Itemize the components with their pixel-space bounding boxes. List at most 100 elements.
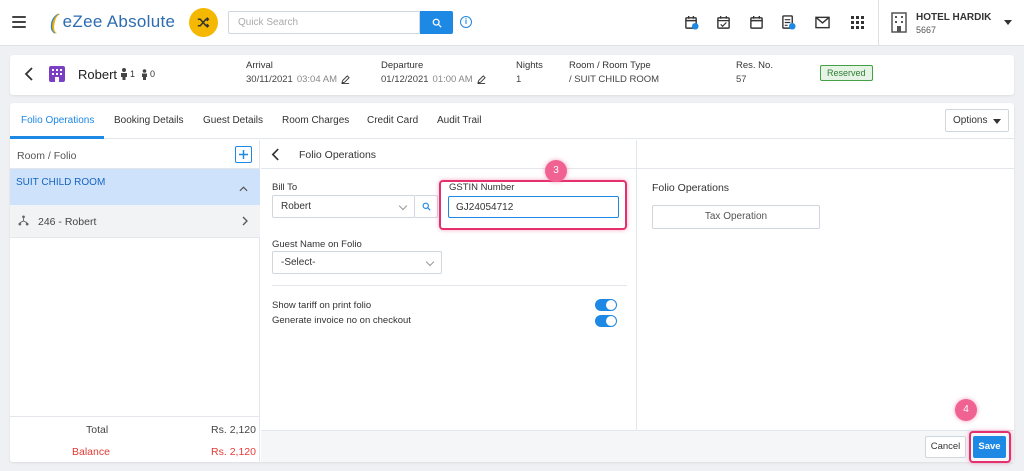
- res-no-value: 57: [736, 74, 747, 85]
- nights-value: 1: [516, 74, 522, 85]
- show-tariff-toggle[interactable]: [595, 299, 617, 311]
- edit-pencil-icon[interactable]: [341, 75, 350, 84]
- apps-grid-icon[interactable]: [848, 13, 866, 31]
- tab-booking-details[interactable]: Booking Details: [114, 115, 183, 126]
- tax-operation-button[interactable]: Tax Operation: [652, 205, 820, 229]
- room-building-icon: [48, 65, 66, 83]
- folio-operations-title: Folio Operations: [299, 149, 377, 161]
- adult-icon: [121, 68, 127, 80]
- guest-name-on-folio-value: -Select-: [281, 257, 316, 268]
- folio-operations-header: Folio Operations: [261, 140, 1014, 169]
- bill-to-select[interactable]: Robert: [272, 195, 415, 218]
- logo-mark-icon: ((: [50, 9, 59, 34]
- step-badge: 3: [545, 160, 567, 182]
- room-value: / SUIT CHILD ROOM: [569, 74, 660, 85]
- right-panel-title: Folio Operations: [652, 182, 730, 194]
- bill-to-label: Bill To: [272, 182, 298, 193]
- search-icon: [422, 202, 431, 211]
- folio-tree-icon: [18, 215, 29, 229]
- total-label: Total: [86, 424, 109, 436]
- res-no-label: Res. No.: [736, 60, 773, 71]
- generate-invoice-label: Generate invoice no on checkout: [272, 315, 411, 326]
- active-tab-indicator: [10, 136, 104, 139]
- arrival-label: Arrival: [246, 60, 273, 71]
- options-dropdown[interactable]: Options: [945, 109, 1009, 132]
- app-logo[interactable]: (( eZee Absolute: [50, 11, 175, 33]
- tab-guest-details[interactable]: Guest Details: [203, 115, 263, 126]
- folio-name: 246 - Robert: [38, 216, 97, 228]
- top-bar: (( eZee Absolute Quick Search i HOTEL HA…: [0, 0, 1024, 46]
- quick-search-input[interactable]: Quick Search: [228, 11, 420, 34]
- room-folio-panel: Room / Folio SUIT CHILD ROOM 246 - Rober…: [10, 140, 260, 462]
- totals-section: Total Rs. 2,120 Balance Rs. 2,120: [10, 416, 260, 462]
- tab-audit-trail[interactable]: Audit Trail: [437, 115, 481, 126]
- arrival-date: 30/11/2021: [246, 74, 293, 85]
- back-arrow-icon[interactable]: [24, 67, 34, 84]
- cancel-button[interactable]: Cancel: [925, 436, 966, 458]
- menu-icon[interactable]: [12, 16, 26, 28]
- calendar-check-icon[interactable]: [714, 13, 732, 31]
- status-badge: Reserved: [820, 65, 873, 81]
- balance-value: Rs. 2,120: [211, 446, 256, 458]
- gstin-highlight: [439, 180, 627, 230]
- adult-count: 1: [130, 69, 136, 79]
- chevron-up-icon[interactable]: [239, 183, 248, 195]
- divider: [878, 0, 879, 46]
- hotel-building-icon: [890, 11, 908, 36]
- report-icon[interactable]: [779, 13, 797, 31]
- bill-to-value: Robert: [281, 201, 312, 212]
- room-folio-header: Room / Folio: [10, 140, 260, 169]
- info-icon[interactable]: i: [460, 16, 472, 28]
- generate-invoice-toggle[interactable]: [595, 315, 617, 327]
- departure-time: 01:00 AM: [432, 74, 473, 85]
- calendar-icon[interactable]: [747, 13, 765, 31]
- main-panel: Folio Operations Booking Details Guest D…: [10, 103, 1014, 463]
- options-label: Options: [953, 115, 988, 126]
- tab-folio-operations[interactable]: Folio Operations: [21, 115, 94, 126]
- show-tariff-label: Show tariff on print folio: [272, 300, 372, 311]
- room-label: Room / Room Type: [569, 60, 651, 71]
- balance-label: Balance: [72, 446, 110, 458]
- room-item[interactable]: SUIT CHILD ROOM: [10, 169, 260, 205]
- step-badge: 4: [955, 399, 977, 421]
- guest-name-on-folio-label: Guest Name on Folio: [272, 239, 362, 250]
- edit-pencil-icon[interactable]: [476, 75, 486, 84]
- search-button[interactable]: [420, 11, 453, 34]
- guest-name-on-folio-select[interactable]: -Select-: [272, 251, 442, 274]
- chevron-down-icon: [398, 201, 408, 211]
- departure-label: Departure: [381, 60, 424, 71]
- hotel-dropdown-icon[interactable]: [1004, 20, 1012, 25]
- nights-label: Nights: [516, 60, 543, 71]
- mail-icon[interactable]: [813, 13, 831, 31]
- search-icon: [432, 18, 442, 28]
- plus-icon: [239, 150, 248, 159]
- room-folio-title: Room / Folio: [17, 150, 77, 162]
- logo-text: eZee Absolute: [62, 12, 176, 31]
- save-highlight: [969, 431, 1011, 463]
- chevron-right-icon[interactable]: [242, 216, 248, 229]
- guest-name: Robert: [78, 67, 118, 82]
- child-icon: [142, 68, 148, 80]
- shuffle-button[interactable]: [189, 8, 218, 37]
- folio-item[interactable]: 246 - Robert: [10, 205, 260, 238]
- tab-room-charges[interactable]: Room Charges: [282, 115, 349, 126]
- form-footer: Cancel Save: [261, 430, 1014, 463]
- tab-credit-card[interactable]: Credit Card: [367, 115, 418, 126]
- shuffle-icon: [197, 17, 210, 28]
- total-value: Rs. 2,120: [211, 424, 256, 436]
- chevron-down-icon: [425, 257, 435, 267]
- back-arrow-icon[interactable]: [271, 148, 280, 164]
- room-name: SUIT CHILD ROOM: [16, 177, 106, 188]
- calendar-stay-icon[interactable]: [682, 13, 700, 31]
- caret-down-icon: [993, 119, 1001, 124]
- hotel-code: 5667: [916, 25, 937, 35]
- arrival-time: 03:04 AM: [296, 74, 337, 85]
- bill-to-search-button[interactable]: [415, 195, 438, 218]
- arrival-value[interactable]: 30/11/2021 03:04 AM: [246, 74, 350, 85]
- add-folio-button[interactable]: [235, 146, 252, 163]
- reservation-header: Robert 1 0 Arrival 30/11/2021 03:04 AM D…: [10, 55, 1014, 95]
- hotel-name[interactable]: HOTEL HARDIK: [916, 12, 991, 23]
- tab-bar: Folio Operations Booking Details Guest D…: [10, 103, 1014, 139]
- departure-value[interactable]: 01/12/2021 01:00 AM: [381, 74, 486, 85]
- pax-count: 1 0: [120, 68, 155, 80]
